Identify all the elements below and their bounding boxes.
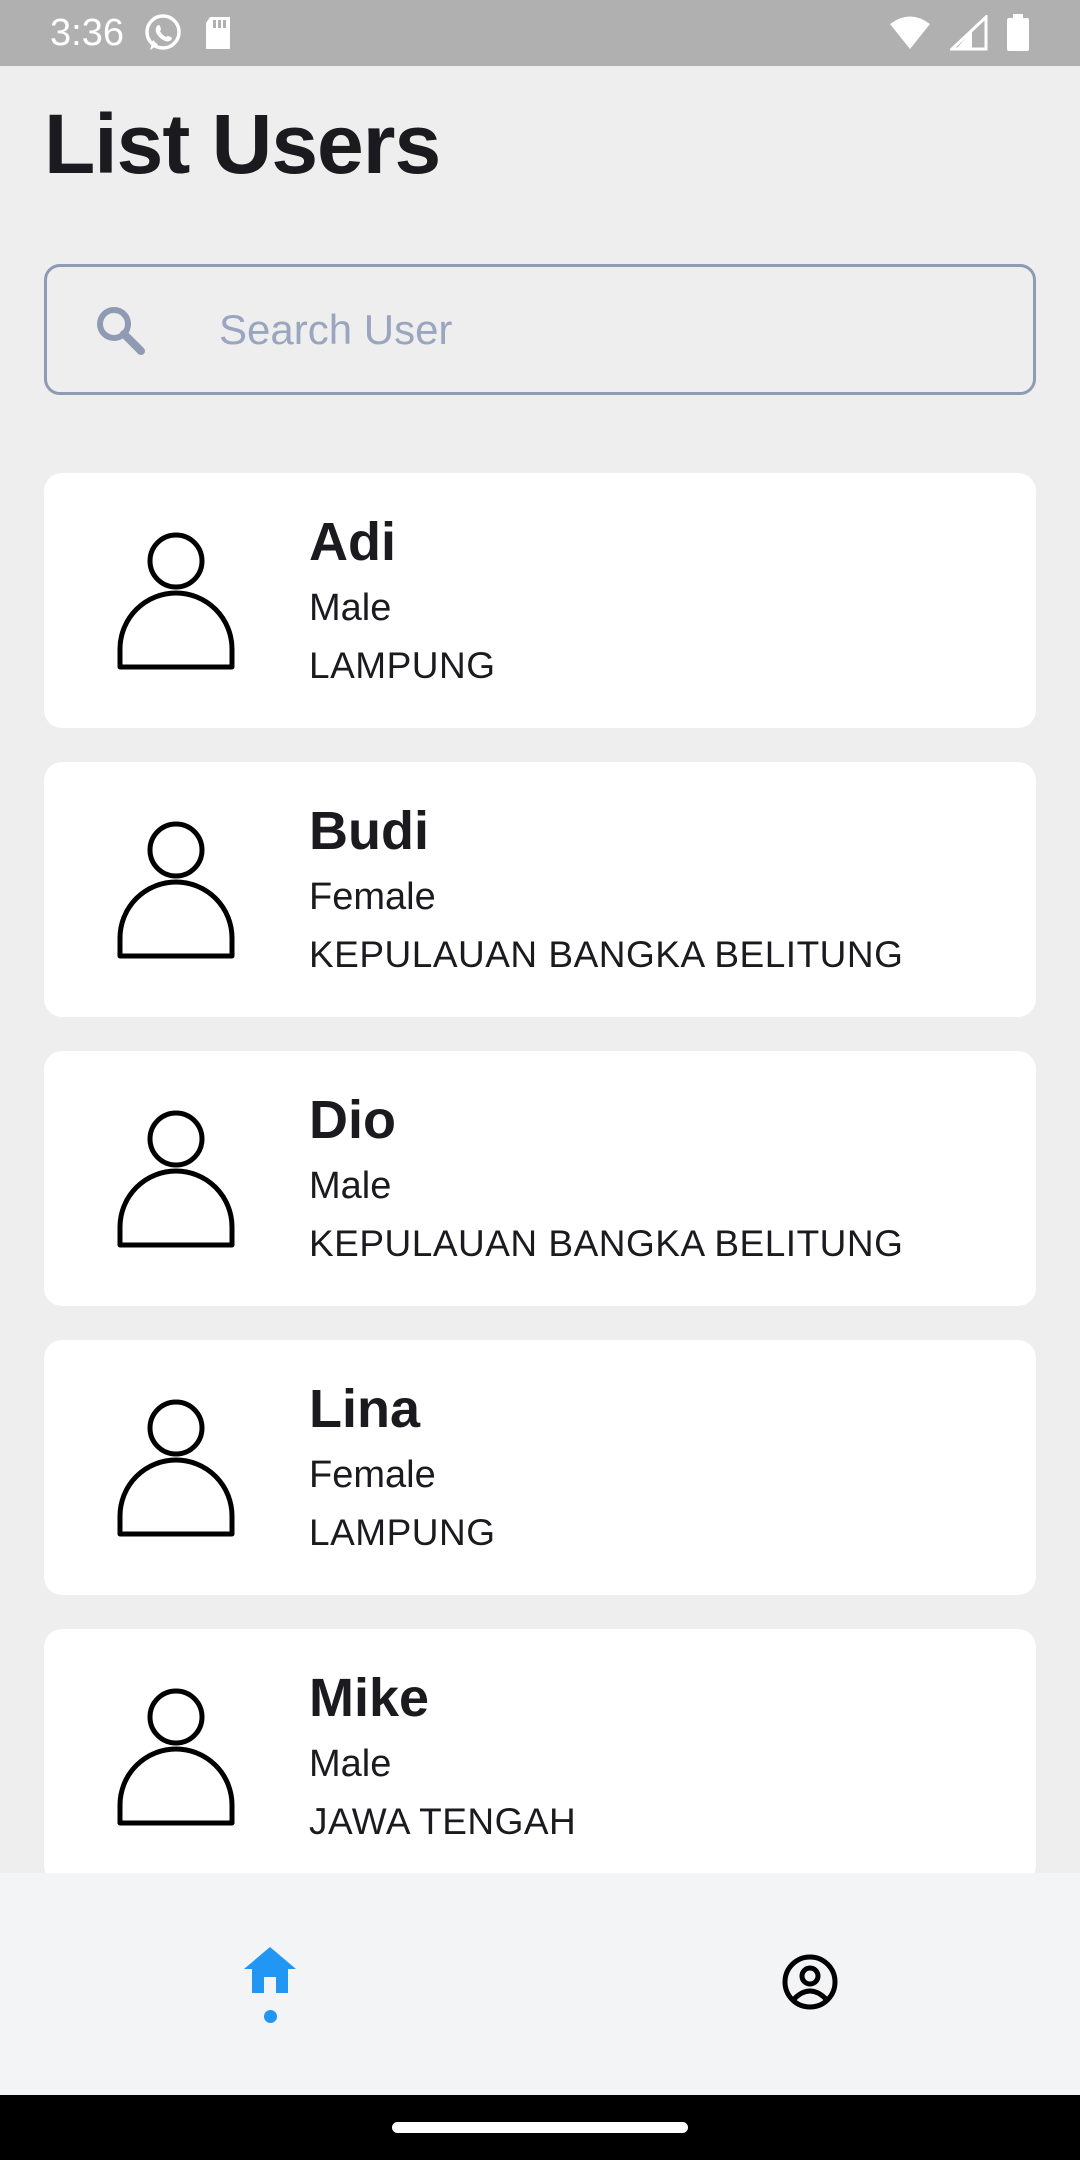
- user-gender: Male: [309, 587, 392, 629]
- user-region: LAMPUNG: [309, 1512, 496, 1553]
- user-name: Mike: [309, 1668, 430, 1728]
- user-gender: Female: [309, 1454, 436, 1496]
- user-region: KEPULAUAN BANGKA BELITUNG: [309, 934, 904, 975]
- user-info: Mike Male JAWA TENGAH: [309, 1671, 576, 1840]
- sd-card-icon: [202, 15, 234, 51]
- wifi-icon: [888, 15, 932, 51]
- user-region: JAWA TENGAH: [309, 1801, 577, 1842]
- status-time: 3:36: [50, 11, 124, 54]
- status-bar: 3:36: [0, 0, 1080, 66]
- page-title: List Users: [44, 97, 441, 191]
- user-card[interactable]: Dio Male KEPULAUAN BANGKA BELITUNG: [44, 1051, 1036, 1306]
- user-avatar-icon: [116, 1109, 236, 1249]
- user-avatar-icon: [116, 820, 236, 960]
- user-avatar-icon: [116, 1687, 236, 1827]
- user-card[interactable]: Mike Male JAWA TENGAH: [44, 1629, 1036, 1873]
- user-gender: Male: [309, 1165, 392, 1207]
- user-name: Adi: [309, 512, 396, 572]
- user-region: LAMPUNG: [309, 645, 496, 686]
- user-name: Budi: [309, 801, 429, 861]
- user-info: Lina Female LAMPUNG: [309, 1382, 495, 1551]
- nav-item-profile[interactable]: [540, 1873, 1080, 2095]
- search-box[interactable]: [44, 264, 1036, 395]
- gesture-bar: [0, 2095, 1080, 2160]
- user-region: KEPULAUAN BANGKA BELITUNG: [309, 1223, 904, 1264]
- status-left: 3:36: [50, 12, 234, 55]
- profile-icon: [781, 1953, 839, 2016]
- user-avatar-icon: [116, 1398, 236, 1538]
- user-name: Dio: [309, 1090, 396, 1150]
- user-gender: Female: [309, 876, 436, 918]
- user-card[interactable]: Adi Male LAMPUNG: [44, 473, 1036, 728]
- status-right: [888, 14, 1030, 52]
- user-info: Dio Male KEPULAUAN BANGKA BELITUNG: [309, 1093, 903, 1262]
- gesture-handle[interactable]: [392, 2122, 688, 2133]
- home-icon: [242, 1945, 298, 2000]
- user-card[interactable]: Budi Female KEPULAUAN BANGKA BELITUNG: [44, 762, 1036, 1017]
- nav-item-home[interactable]: [0, 1873, 540, 2095]
- search-icon: [47, 303, 179, 357]
- bottom-nav: [0, 1873, 1080, 2095]
- cellular-icon: [950, 15, 988, 51]
- user-info: Budi Female KEPULAUAN BANGKA BELITUNG: [309, 804, 903, 973]
- user-gender: Male: [309, 1743, 392, 1785]
- battery-icon: [1006, 14, 1030, 52]
- screen: 3:36 List Users Search User Adi Male LAM…: [0, 0, 1080, 2160]
- user-card[interactable]: Lina Female LAMPUNG: [44, 1340, 1036, 1595]
- user-name: Lina: [309, 1379, 421, 1439]
- search-input[interactable]: [179, 267, 1033, 392]
- whatsapp-icon: [142, 12, 184, 54]
- user-list: Adi Male LAMPUNG Budi Female KEPULAUAN B…: [44, 473, 1036, 1873]
- user-info: Adi Male LAMPUNG: [309, 515, 495, 684]
- user-avatar-icon: [116, 531, 236, 671]
- active-indicator-dot: [263, 2010, 277, 2023]
